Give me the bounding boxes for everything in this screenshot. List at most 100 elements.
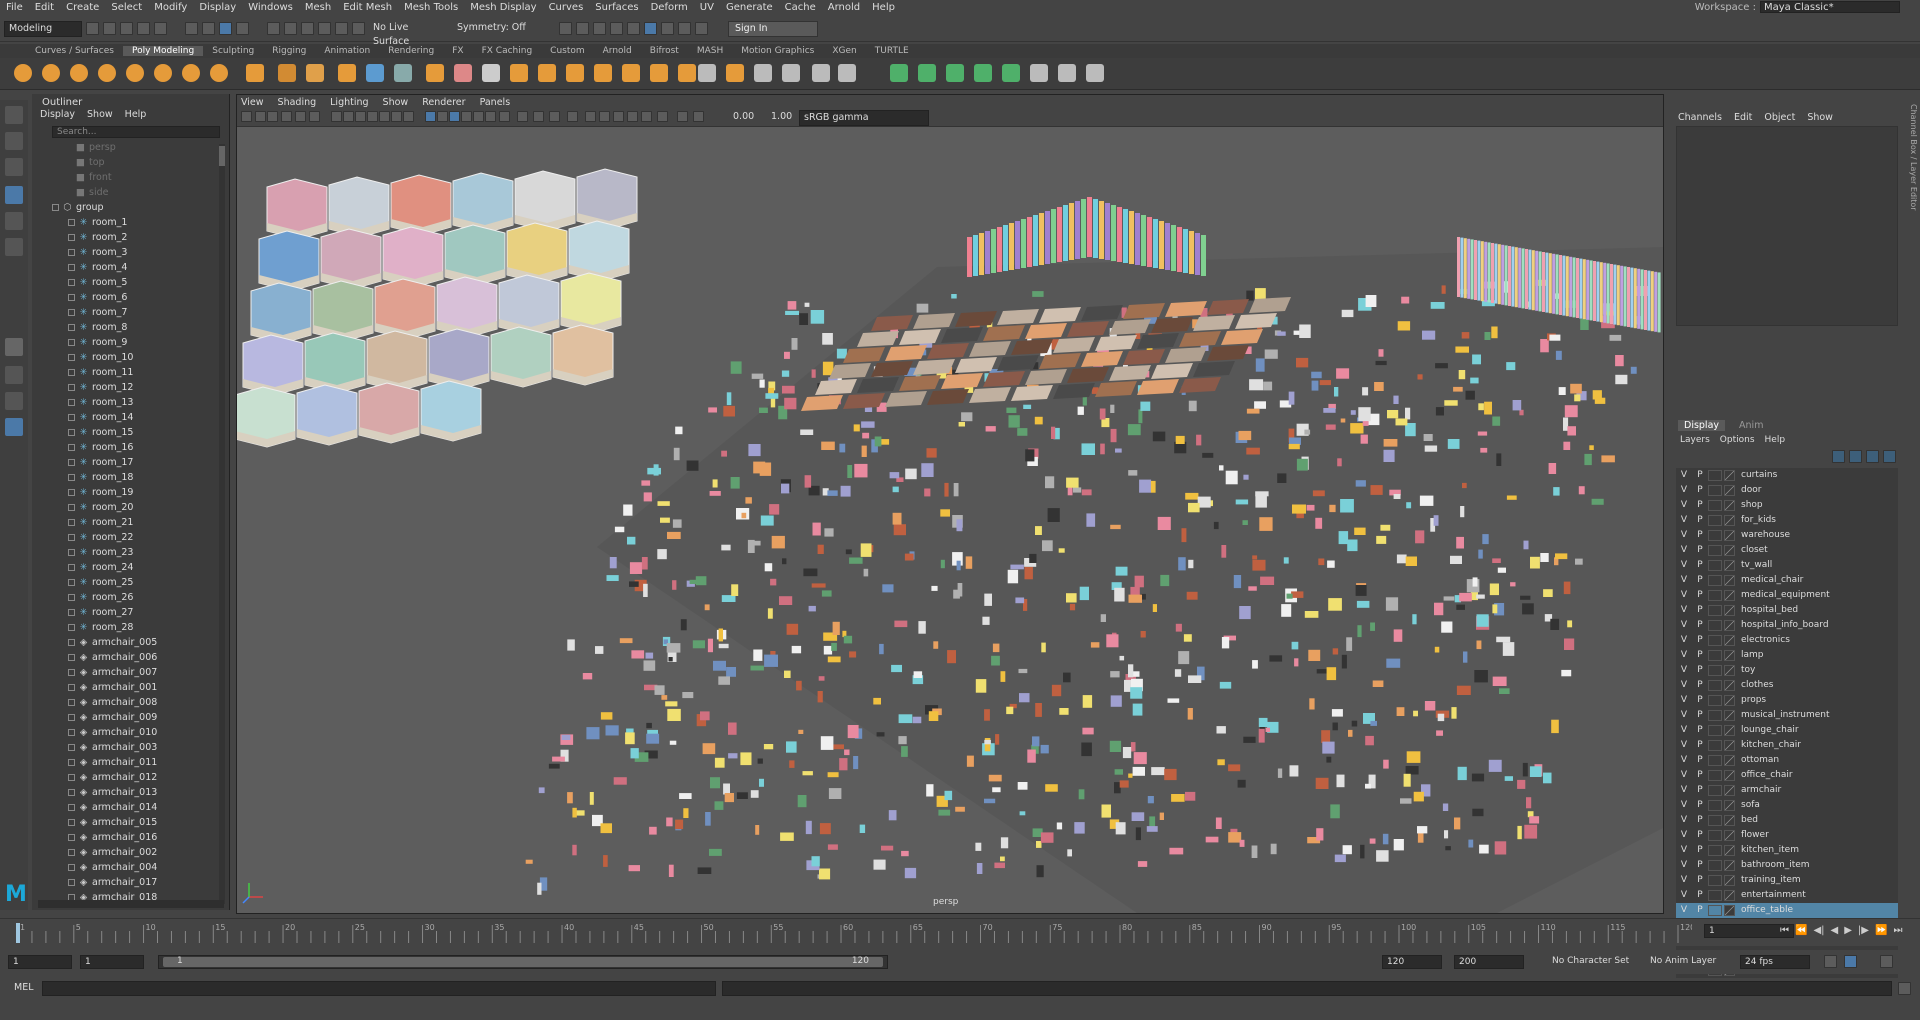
lasso-tool-icon[interactable]: [5, 132, 23, 150]
expand-icon[interactable]: [68, 534, 75, 541]
cylinder-icon[interactable]: [70, 64, 88, 82]
layer-type-swatch[interactable]: [1708, 770, 1722, 781]
layer-color-swatch[interactable]: [1724, 650, 1735, 661]
combine-icon[interactable]: [366, 64, 384, 82]
outliner-menu-help[interactable]: Help: [125, 109, 147, 120]
layer-visibility-toggle[interactable]: V: [1676, 873, 1692, 888]
menu-display[interactable]: Display: [193, 2, 242, 13]
time-slider[interactable]: 1 5 10 15 20 25 30 35 40 45 50 55 60 65 70 75 80 85 90 95 10…: [0, 918, 1920, 946]
expand-icon[interactable]: [68, 759, 75, 766]
disc-icon[interactable]: [182, 64, 200, 82]
layer-type-swatch[interactable]: [1708, 575, 1722, 586]
layer-row[interactable]: V Pbed: [1676, 813, 1898, 828]
viewport-tool-9-icon[interactable]: [355, 111, 366, 122]
layer-row[interactable]: V Plamp: [1676, 648, 1898, 663]
torus-icon[interactable]: [126, 64, 144, 82]
expand-icon[interactable]: [68, 804, 75, 811]
snap-live-icon[interactable]: [352, 22, 365, 35]
layer-color-swatch[interactable]: [1724, 635, 1735, 646]
layer-row[interactable]: V Pshop: [1676, 498, 1898, 513]
menu-help[interactable]: Help: [866, 2, 901, 13]
edit-edge-flow-icon[interactable]: [698, 64, 716, 82]
layer-visibility-toggle[interactable]: V: [1676, 663, 1692, 678]
layer-type-swatch[interactable]: [1708, 725, 1722, 736]
expand-icon[interactable]: [68, 789, 75, 796]
outliner-scrollbar[interactable]: [219, 144, 225, 904]
shelf-tab-rigging[interactable]: Rigging: [263, 46, 315, 56]
snap-surface-icon[interactable]: [335, 22, 348, 35]
viewport-tool-7-icon[interactable]: [331, 111, 342, 122]
menu-modify[interactable]: Modify: [148, 2, 193, 13]
snap-point-icon[interactable]: [301, 22, 314, 35]
transfer-icon[interactable]: [1086, 64, 1104, 82]
layer-playback-toggle[interactable]: P: [1692, 873, 1708, 888]
layer-playback-toggle[interactable]: P: [1692, 678, 1708, 693]
layer-type-swatch[interactable]: [1708, 905, 1722, 916]
shelf-tab-curves-surfaces[interactable]: Curves / Surfaces: [26, 46, 123, 56]
expand-icon[interactable]: [68, 459, 75, 466]
symmetry-dropdown[interactable]: Symmetry: Off: [453, 20, 537, 37]
layer-row[interactable]: V Pentertainment: [1676, 888, 1898, 903]
uv-editor-icon[interactable]: [946, 64, 964, 82]
layer-color-swatch[interactable]: [1724, 875, 1735, 886]
layer-playback-toggle[interactable]: P: [1692, 828, 1708, 843]
outliner-item[interactable]: ✳ room_28: [52, 620, 212, 635]
outliner-item[interactable]: ✳ room_1: [52, 215, 212, 230]
layer-color-swatch[interactable]: [1724, 770, 1735, 781]
expand-icon[interactable]: [68, 744, 75, 751]
layer-color-swatch[interactable]: [1724, 845, 1735, 856]
viewport-tool-14-icon[interactable]: [425, 111, 436, 122]
snap-grid-icon[interactable]: [267, 22, 280, 35]
sign-in-button[interactable]: Sign In: [728, 20, 818, 37]
expand-icon[interactable]: [68, 279, 75, 286]
layer-color-swatch[interactable]: [1724, 815, 1735, 826]
outliner-item[interactable]: ✳ room_10: [52, 350, 212, 365]
layer-row[interactable]: V Pmedical_chair: [1676, 573, 1898, 588]
layer-row[interactable]: V Pbathroom_item: [1676, 858, 1898, 873]
outliner-item[interactable]: ✳ room_13: [52, 395, 212, 410]
layer-playback-toggle[interactable]: P: [1692, 498, 1708, 513]
layer-color-swatch[interactable]: [1724, 620, 1735, 631]
viewport-tool-4-icon[interactable]: [281, 111, 292, 122]
viewport-tool-11-icon[interactable]: [379, 111, 390, 122]
render-frame-icon[interactable]: [576, 22, 589, 35]
shelf-tab-motion-graphics[interactable]: Motion Graphics: [732, 46, 823, 56]
render-view-icon[interactable]: [661, 22, 674, 35]
viewport-tool-17-icon[interactable]: [461, 111, 472, 122]
layer-row[interactable]: V Pcloset: [1676, 543, 1898, 558]
viewport-tool-18-icon[interactable]: [473, 111, 484, 122]
layer-playback-toggle[interactable]: P: [1692, 543, 1708, 558]
layer-playback-toggle[interactable]: P: [1692, 663, 1708, 678]
layer-color-swatch[interactable]: [1724, 515, 1735, 526]
layer-playback-toggle[interactable]: P: [1692, 858, 1708, 873]
layer-visibility-toggle[interactable]: V: [1676, 858, 1692, 873]
layer-visibility-toggle[interactable]: V: [1676, 678, 1692, 693]
rotate-tool-icon[interactable]: [5, 212, 23, 230]
multi-cut-icon[interactable]: [650, 64, 668, 82]
layer-playback-toggle[interactable]: P: [1692, 618, 1708, 633]
layer-playback-toggle[interactable]: P: [1692, 723, 1708, 738]
menu-mesh-tools[interactable]: Mesh Tools: [398, 2, 464, 13]
outliner-item[interactable]: ✳ room_19: [52, 485, 212, 500]
cb-menu-edit[interactable]: Edit: [1734, 112, 1752, 123]
menu-surfaces[interactable]: Surfaces: [589, 2, 644, 13]
layer-visibility-toggle[interactable]: V: [1676, 708, 1692, 723]
expand-icon[interactable]: [68, 564, 75, 571]
layer-color-swatch[interactable]: [1724, 890, 1735, 901]
expand-icon[interactable]: [68, 864, 75, 871]
layer-visibility-toggle[interactable]: V: [1676, 783, 1692, 798]
layer-playback-toggle[interactable]: P: [1692, 513, 1708, 528]
layer-type-swatch[interactable]: [1708, 560, 1722, 571]
layer-playback-toggle[interactable]: P: [1692, 573, 1708, 588]
layer-color-swatch[interactable]: [1724, 680, 1735, 691]
gamma-field[interactable]: 1.00: [767, 110, 792, 126]
expand-icon[interactable]: [68, 834, 75, 841]
layer-color-swatch[interactable]: [1724, 665, 1735, 676]
viewport-tool-16-icon[interactable]: [449, 111, 460, 122]
layer-row[interactable]: V Pclothes: [1676, 678, 1898, 693]
scene-end-field[interactable]: 200: [1454, 955, 1524, 969]
pipe-icon[interactable]: [278, 64, 296, 82]
viewport-tool-31-icon[interactable]: [677, 111, 688, 122]
shelf-tab-arnold[interactable]: Arnold: [594, 46, 641, 56]
viewport-tool-27-icon[interactable]: [613, 111, 624, 122]
